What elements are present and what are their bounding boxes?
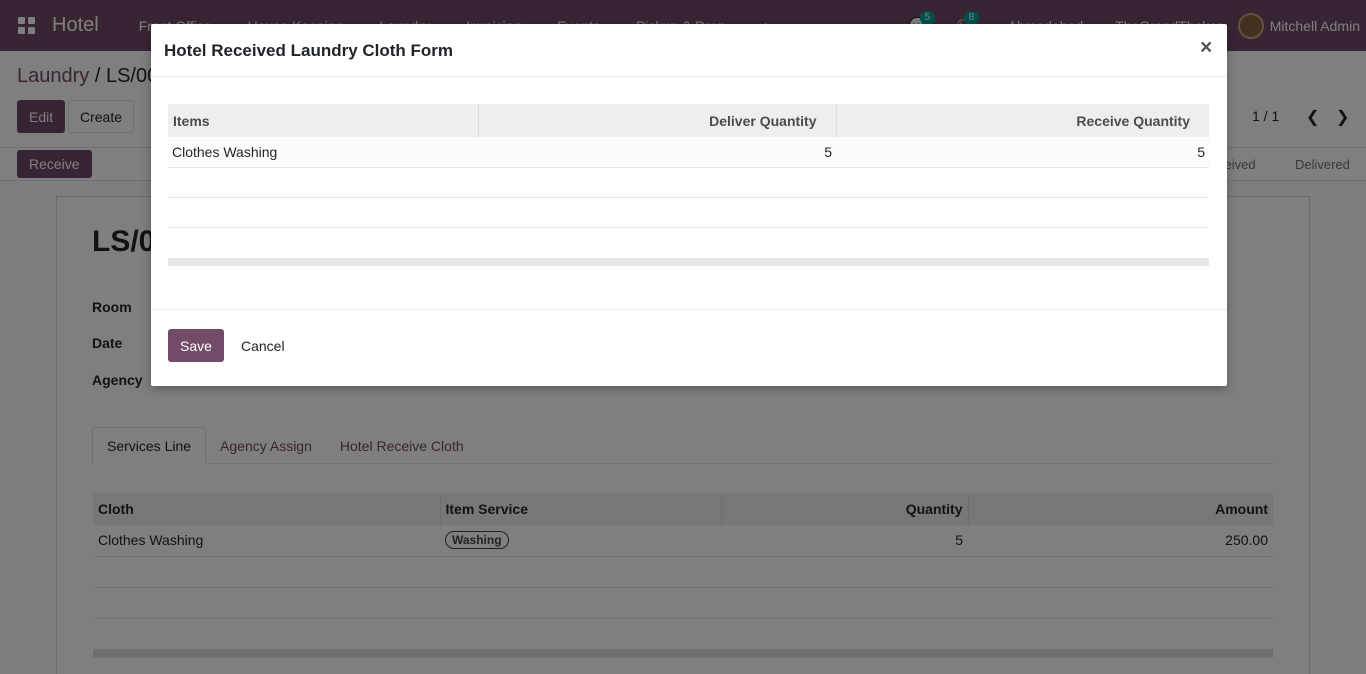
cancel-button[interactable]: Cancel — [228, 329, 298, 362]
cell-receive-quantity[interactable]: 5 — [836, 137, 1209, 168]
cell-item[interactable]: Clothes Washing — [168, 137, 478, 168]
empty-row — [168, 167, 1209, 198]
column-header-deliver-quantity[interactable]: Deliver Quantity — [478, 104, 837, 137]
dialog-table-footer — [168, 258, 1209, 266]
save-button[interactable]: Save — [168, 329, 224, 362]
close-icon[interactable]: × — [1200, 36, 1212, 60]
column-header-items[interactable]: Items — [168, 104, 479, 137]
table-row[interactable]: Clothes Washing 5 5 — [168, 137, 1209, 168]
cell-deliver-quantity[interactable]: 5 — [478, 137, 836, 168]
column-header-receive-quantity[interactable]: Receive Quantity — [836, 104, 1209, 137]
dialog-title: Hotel Received Laundry Cloth Form — [164, 41, 454, 60]
dialog-header: Hotel Received Laundry Cloth Form × — [151, 24, 1227, 77]
dialog-footer: Save Cancel — [151, 309, 1227, 386]
receive-cloth-dialog: Hotel Received Laundry Cloth Form × Item… — [151, 24, 1227, 386]
received-items-table: Items Deliver Quantity Receive Quantity … — [168, 104, 1209, 228]
empty-row — [168, 197, 1209, 228]
